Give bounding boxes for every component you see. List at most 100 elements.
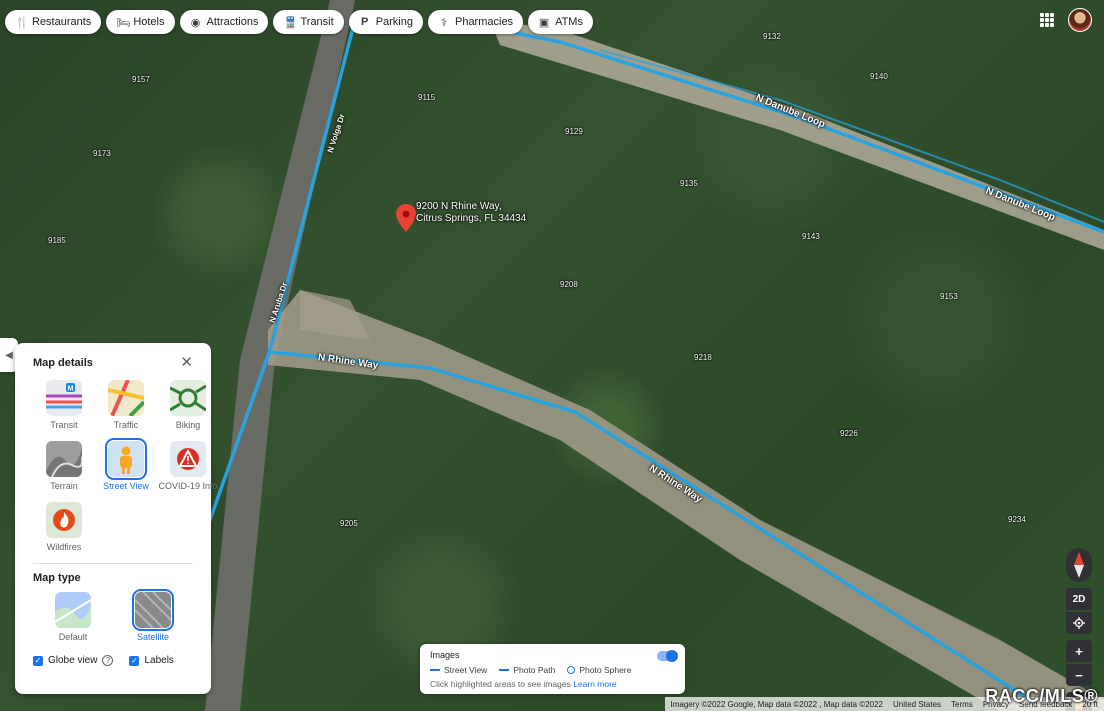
map-type-title: Map type — [33, 572, 81, 584]
transit-layer-icon: M — [46, 380, 82, 416]
checkbox-checked-icon[interactable]: ✓ — [33, 655, 43, 666]
layer-label: Wildfires — [46, 542, 82, 552]
checkbox-checked-icon[interactable]: ✓ — [129, 655, 140, 666]
map-details-panel: Map details ✕ M Transit Traffic Biking T… — [15, 343, 218, 694]
chip-label: Attractions — [206, 16, 259, 28]
address-line-1: 9200 N Rhine Way, — [416, 201, 502, 212]
panel-title: Map details — [33, 356, 93, 369]
parcel-number: 9173 — [93, 149, 111, 158]
satellite-map-icon — [132, 589, 174, 631]
chip-label: Transit — [300, 16, 334, 28]
labels-label: Labels — [144, 655, 174, 666]
chip-label: ATMs — [555, 16, 583, 28]
my-location-icon[interactable] — [1066, 612, 1092, 634]
address-line-2: Citrus Springs, FL 34434 — [416, 213, 527, 224]
legend-hint-text: Click highlighted areas to see images — [430, 679, 571, 689]
help-icon[interactable]: ? — [102, 655, 114, 666]
parcel-number: 9115 — [418, 93, 436, 102]
parcel-number: 9234 — [1008, 515, 1026, 524]
layer-label: Transit — [50, 420, 78, 430]
chip-label: Parking — [375, 16, 413, 28]
parcel-number: 9135 — [680, 179, 698, 188]
images-legend: Images Street View Photo Path Photo Sphe… — [420, 644, 685, 694]
layer-wildfires[interactable]: Wildfires — [33, 502, 95, 553]
chip-hotels[interactable]: 🛏 Hotels — [106, 10, 175, 34]
globe-view-option[interactable]: ✓ Globe view ? — [33, 655, 114, 666]
traffic-layer-icon — [108, 380, 144, 416]
chevron-left-icon: ◀ — [5, 349, 13, 361]
chip-attractions[interactable]: ◉ Attractions — [179, 10, 269, 34]
legend-label: Photo Path — [513, 665, 556, 675]
parcel-number: 9132 — [763, 32, 781, 41]
wildfires-layer-icon — [46, 502, 82, 538]
legend-label: Photo Sphere — [579, 665, 632, 675]
zoom-in-button[interactable]: + — [1066, 640, 1092, 662]
map-type-default[interactable]: Default — [55, 592, 91, 643]
map-type-satellite[interactable]: Satellite — [132, 589, 174, 643]
parcel-number: 9205 — [340, 519, 358, 528]
imagery-credit: Imagery ©2022 Google, Map data ©2022 , M… — [670, 699, 883, 709]
category-chips: 🍴 Restaurants 🛏 Hotels ◉ Attractions 🚆 Trans… — [5, 10, 593, 34]
parcel-number: 9140 — [870, 72, 888, 81]
parcel-number: 9157 — [132, 75, 150, 84]
parking-icon: P — [361, 16, 369, 28]
svg-text:M: M — [68, 386, 74, 393]
photo-sphere-icon — [567, 666, 576, 674]
chip-label: Pharmacies — [454, 16, 514, 28]
atm-icon: ▣ — [538, 16, 550, 29]
bed-icon: 🛏 — [116, 16, 131, 29]
view-mode-toggle[interactable]: 2D — [1066, 588, 1092, 610]
images-toggle[interactable] — [657, 650, 678, 662]
layer-label: Biking — [175, 420, 201, 430]
layer-biking[interactable]: Biking — [157, 380, 219, 431]
fork-knife-icon: 🍴 — [15, 16, 29, 29]
pharmacy-icon: ⚕ — [441, 16, 447, 29]
street-view-line-icon — [430, 669, 440, 671]
location-pin-icon[interactable] — [396, 204, 416, 232]
chip-parking[interactable]: P Parking — [348, 10, 423, 34]
layer-label: Terrain — [50, 481, 78, 491]
chip-label: Hotels — [133, 16, 165, 28]
chip-transit[interactable]: 🚆 Transit — [273, 10, 344, 34]
layer-terrain[interactable]: Terrain — [33, 441, 95, 492]
chip-pharmacies[interactable]: ⚕ Pharmacies — [427, 10, 524, 34]
parcel-number: 9185 — [48, 236, 66, 245]
map-type-label: Default — [58, 632, 88, 642]
layer-street-view[interactable]: Street View — [95, 438, 157, 492]
apps-grid-icon[interactable] — [1040, 13, 1054, 27]
parcel-number: 9153 — [940, 292, 958, 301]
account-controls — [1040, 8, 1092, 32]
chip-atms[interactable]: ▣ ATMs — [528, 10, 593, 34]
terms-link[interactable]: Terms — [951, 700, 973, 709]
chip-restaurants[interactable]: 🍴 Restaurants — [5, 10, 102, 34]
zoom-out-button[interactable]: − — [1066, 664, 1092, 686]
train-icon: 🚆 — [283, 16, 298, 29]
globe-view-label: Globe view — [48, 655, 98, 666]
default-map-icon — [55, 592, 91, 628]
layer-label: Traffic — [113, 420, 139, 430]
parcel-number: 9218 — [694, 353, 712, 362]
legend-label: Street View — [444, 665, 488, 675]
avatar[interactable] — [1068, 8, 1092, 32]
layer-transit[interactable]: M Transit — [33, 380, 95, 431]
layer-traffic[interactable]: Traffic — [95, 380, 157, 431]
layer-covid-info[interactable]: COVID-19 Info — [157, 441, 219, 492]
divider — [33, 563, 193, 564]
legend-photo-path: Photo Path — [499, 665, 555, 675]
parcel-number: 9129 — [565, 127, 583, 136]
layer-label: COVID-19 Info — [158, 481, 218, 491]
covid-info-layer-icon — [170, 441, 206, 477]
mls-watermark: RACC/MLS® — [985, 686, 1098, 706]
legend-title: Images — [430, 650, 460, 660]
biking-layer-icon — [170, 380, 206, 416]
learn-more-link[interactable]: Learn more — [573, 679, 616, 689]
region-link[interactable]: United States — [893, 700, 941, 709]
legend-street-view: Street View — [430, 665, 487, 675]
layer-grid: M Transit Traffic Biking Terrain Street … — [33, 380, 218, 553]
parcel-number: 9208 — [560, 280, 578, 289]
compass-icon[interactable] — [1066, 548, 1092, 582]
close-icon[interactable]: ✕ — [180, 355, 193, 370]
terrain-layer-icon — [46, 441, 82, 477]
labels-option[interactable]: ✓ Labels — [129, 655, 174, 666]
pin-address-label[interactable]: 9200 N Rhine Way, Citrus Springs, FL 344… — [416, 201, 526, 225]
